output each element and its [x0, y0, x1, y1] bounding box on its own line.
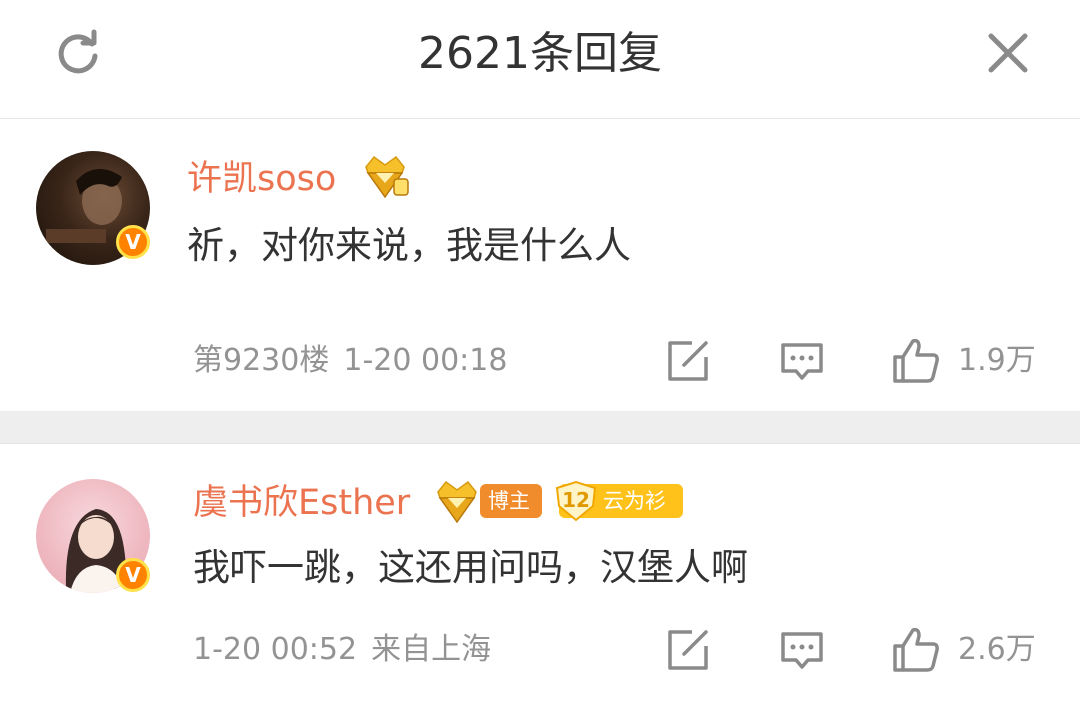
section-divider — [0, 411, 1080, 444]
like-icon[interactable] — [891, 624, 941, 674]
like-count: 2.6万 — [958, 632, 1036, 667]
comment-icon[interactable] — [778, 337, 826, 385]
repost-icon[interactable] — [664, 626, 712, 674]
verified-badge: V — [116, 558, 150, 592]
reply-header: 2621条回复 — [0, 0, 1080, 119]
crown-diamond-icon — [430, 478, 484, 526]
comment-text: 我吓一跳，这还用问吗，汉堡人啊 — [193, 546, 748, 589]
blogger-tag: 博主 — [480, 484, 542, 518]
comment-icon[interactable] — [778, 626, 826, 674]
username[interactable]: 虞书欣Esther — [193, 481, 410, 525]
fan-level-number: 12 — [562, 488, 590, 512]
comment-text: 祈，对你来说，我是什么人 — [187, 224, 631, 267]
timestamp: 1-20 00:18 — [343, 343, 508, 378]
comment-item: V 许凯soso 祈，对你来说，我是什么人 第9230楼 1-20 00:18 1… — [0, 119, 1080, 411]
verified-badge: V — [116, 225, 150, 259]
crown-diamond-icon — [358, 153, 412, 201]
like-count: 1.9万 — [958, 343, 1036, 378]
close-icon[interactable] — [981, 26, 1035, 80]
repost-icon[interactable] — [664, 337, 712, 385]
timestamp: 1-20 00:52 — [193, 632, 358, 667]
location: 来自上海 — [371, 632, 492, 667]
comment-meta: 第9230楼 1-20 00:18 — [193, 341, 507, 381]
page-title: 2621条回复 — [418, 28, 662, 79]
fan-level-name: 云为衫 — [603, 489, 666, 513]
comment-item: V 虞书欣Esther 博主 12 云为衫 我吓一跳，这还用问吗，汉堡人啊 1-… — [0, 444, 1080, 703]
username[interactable]: 许凯soso — [187, 157, 336, 201]
floor-number: 第9230楼 — [193, 343, 330, 378]
fan-level-tag: 12 云为衫 — [553, 480, 683, 522]
like-icon[interactable] — [891, 335, 941, 385]
comment-meta: 1-20 00:52 来自上海 — [193, 630, 491, 670]
